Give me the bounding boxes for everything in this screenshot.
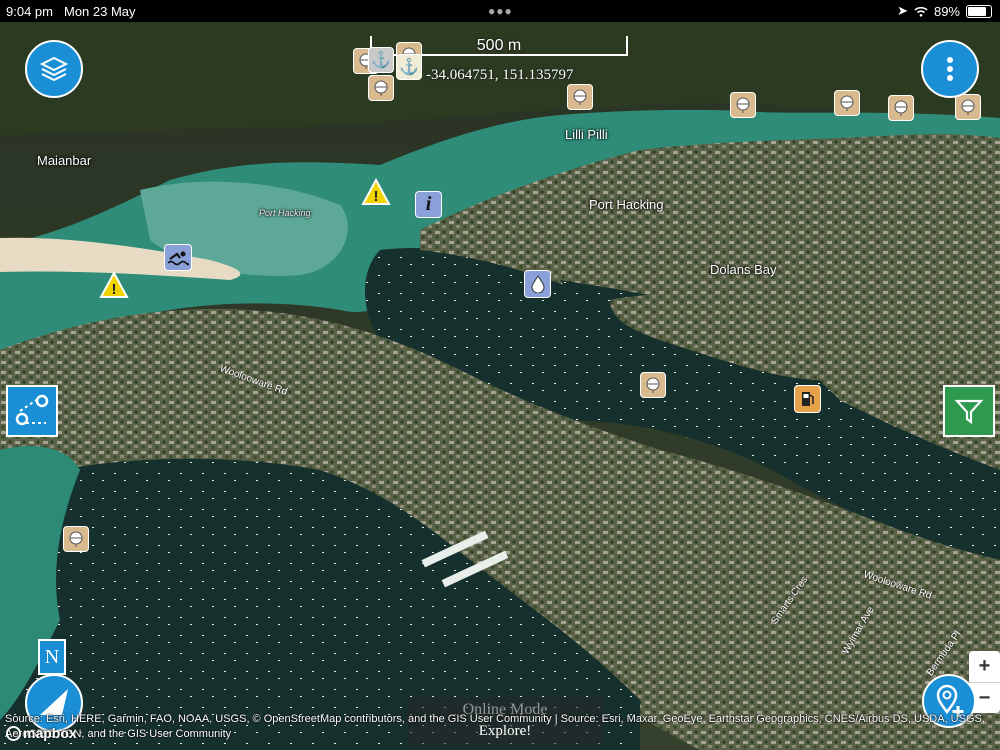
status-date: Mon 23 May (64, 3, 136, 19)
mooring-marker[interactable] (567, 84, 593, 110)
more-menu-button[interactable] (921, 40, 979, 98)
battery-icon (966, 4, 992, 18)
mooring-marker[interactable] (888, 95, 914, 121)
filter-icon (954, 399, 984, 425)
status-time: 9:04 pm (6, 3, 53, 19)
mooring-marker[interactable] (640, 372, 666, 398)
place-label-port-hacking: Port Hacking (589, 197, 664, 212)
mooring-buoy-icon (69, 531, 83, 547)
mooring-buoy-icon (894, 100, 908, 116)
anchorage-marker[interactable]: ⚓ (396, 54, 422, 80)
mooring-buoy-icon (840, 95, 854, 111)
place-label-maianbar: Maianbar (37, 153, 92, 168)
status-bar: 9:04 pm Mon 23 May ●●● ➤ 89% (0, 0, 1000, 22)
route-icon (15, 394, 49, 426)
mooring-marker[interactable] (63, 526, 89, 552)
anchor-icon: ⚓ (371, 52, 391, 69)
swimming-marker[interactable] (164, 244, 192, 271)
mooring-buoy-icon (573, 89, 587, 105)
battery-percent: 89% (933, 3, 960, 19)
mooring-marker[interactable] (368, 75, 394, 101)
north-indicator[interactable]: N (38, 639, 66, 675)
hazard-marker[interactable]: ! (99, 271, 129, 299)
multitasking-dots-icon[interactable]: ●●● (488, 4, 513, 18)
water-label-port-hacking: Port Hacking (259, 208, 311, 218)
coordinates-readout: -34.064751, 151.135797 (426, 67, 574, 83)
zoom-in-button[interactable]: + (969, 651, 1000, 683)
anchor-icon: ⚓ (399, 59, 419, 76)
water-drop-icon (530, 275, 545, 293)
information-marker[interactable]: i (415, 191, 442, 218)
fuel-pump-icon (801, 392, 814, 406)
mooring-buoy-icon (374, 80, 388, 96)
fuel-marker[interactable] (794, 385, 821, 413)
filter-button[interactable] (943, 385, 995, 437)
layers-icon (39, 56, 69, 82)
anchorage-marker[interactable]: ⚓ (368, 47, 394, 73)
mooring-marker[interactable] (834, 90, 860, 116)
mooring-marker[interactable] (730, 92, 756, 118)
place-label-lilli-pilli: Lilli Pilli (565, 127, 608, 142)
wifi-icon (914, 6, 928, 17)
swimmer-icon (167, 251, 189, 265)
warning-triangle-icon: ! (112, 281, 117, 298)
mapbox-icon (6, 725, 21, 741)
mooring-buoy-icon (961, 99, 975, 115)
place-label-dolans-bay: Dolans Bay (710, 262, 777, 277)
mooring-buoy-icon (646, 377, 660, 393)
hazard-marker[interactable]: ! (361, 178, 391, 206)
map-attribution[interactable]: Source: Esri, HERE, Garmin, FAO, NOAA, U… (5, 712, 997, 742)
mooring-marker[interactable] (955, 94, 981, 120)
more-vertical-icon (947, 57, 953, 81)
mooring-buoy-icon (736, 97, 750, 113)
info-icon: i (425, 193, 432, 215)
route-button[interactable] (6, 385, 58, 437)
location-arrow-icon: ➤ (897, 3, 908, 18)
warning-triangle-icon: ! (374, 188, 379, 205)
water-marker[interactable] (524, 270, 551, 298)
layers-button[interactable] (25, 40, 83, 98)
mapbox-logo[interactable]: mapbox (6, 725, 77, 741)
